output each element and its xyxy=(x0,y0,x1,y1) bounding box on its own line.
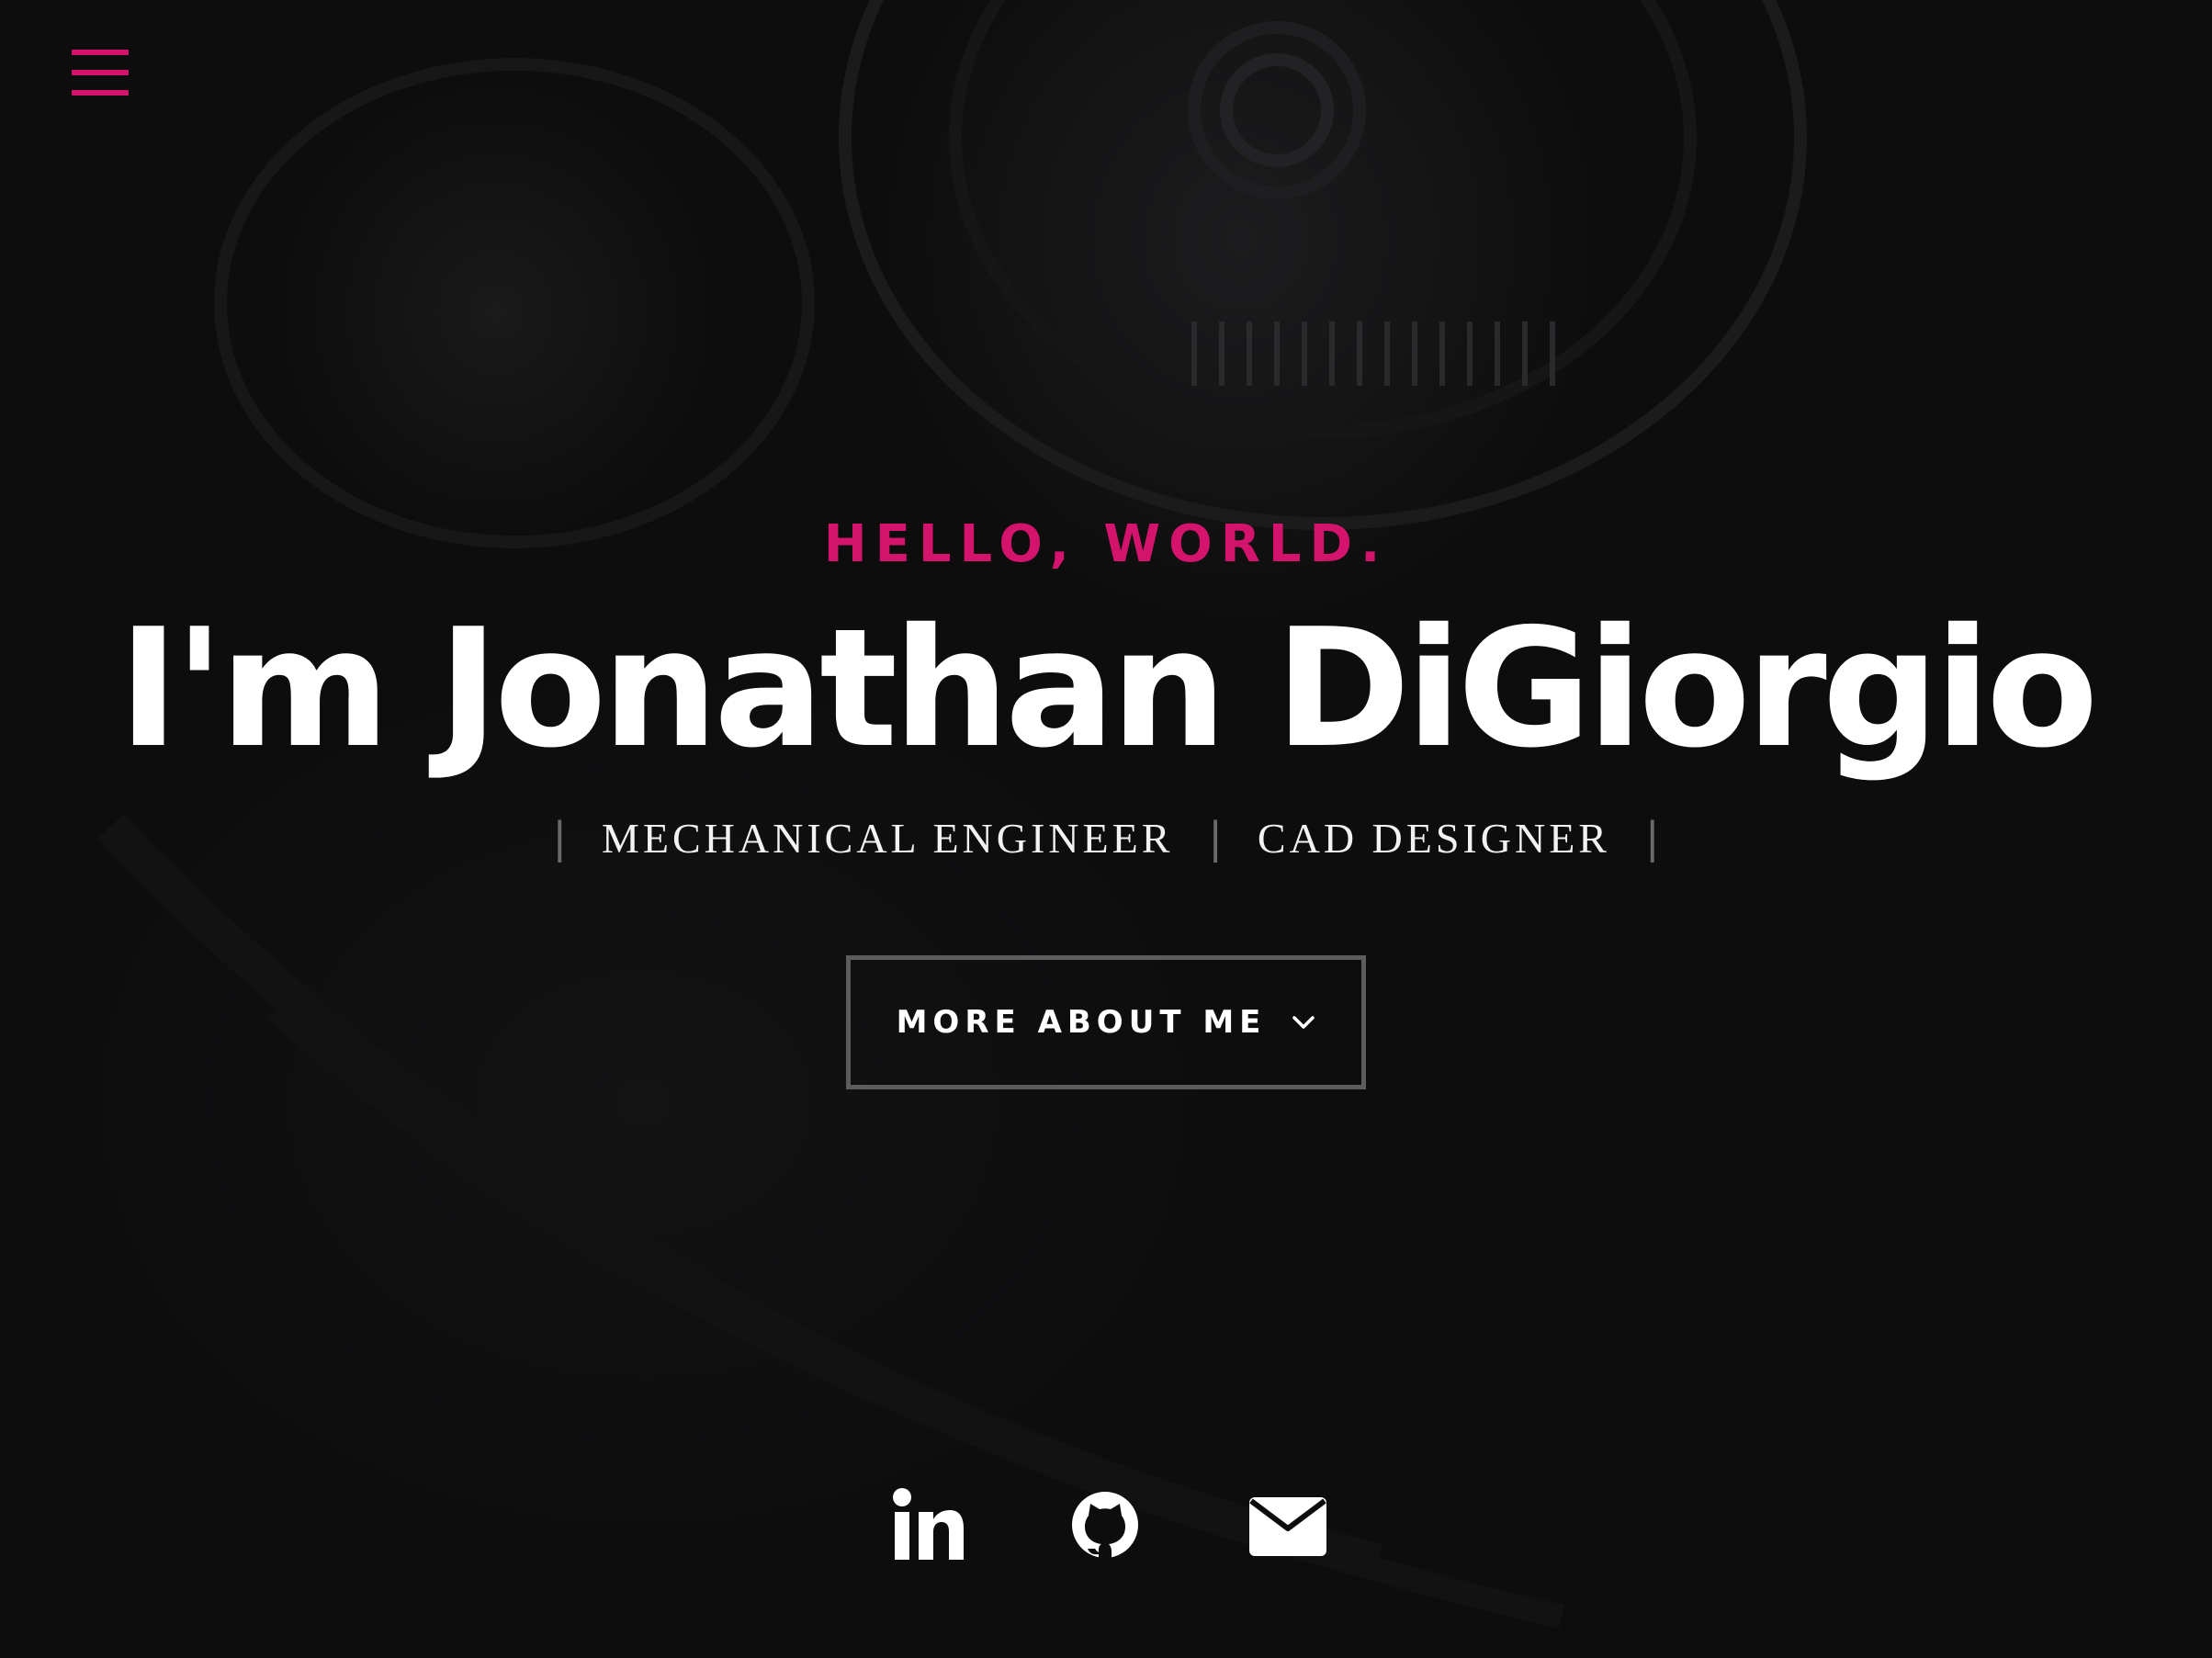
role-separator: | xyxy=(1644,813,1660,863)
linkedin-icon xyxy=(893,1488,964,1560)
hamburger-menu-icon[interactable] xyxy=(72,50,129,99)
email-link[interactable] xyxy=(1249,1488,1326,1562)
envelope-icon xyxy=(1249,1497,1326,1556)
hero-section: HELLO, WORLD. I'm Jonathan DiGiorgio | ME… xyxy=(0,0,2212,1658)
greeting-text: HELLO, WORLD. xyxy=(823,514,1389,574)
more-about-me-label: MORE ABOUT ME xyxy=(896,1004,1267,1041)
role-separator: | xyxy=(552,813,568,863)
social-links xyxy=(0,1488,2212,1562)
role-cad-designer: CAD DESIGNER xyxy=(1257,815,1610,862)
github-link[interactable] xyxy=(1071,1488,1139,1562)
roles-line: | MECHANICAL ENGINEER | CAD DESIGNER | xyxy=(0,813,2212,863)
role-mechanical-engineer: MECHANICAL ENGINEER xyxy=(602,815,1174,862)
menu-bar-bottom xyxy=(72,90,129,96)
menu-bar-top xyxy=(72,50,129,55)
github-icon xyxy=(1072,1492,1138,1561)
role-separator: | xyxy=(1208,813,1223,863)
chevron-down-icon xyxy=(1292,1016,1315,1029)
more-about-me-button[interactable]: MORE ABOUT ME xyxy=(846,955,1366,1089)
hero-name-heading: I'm Jonathan DiGiorgio xyxy=(118,593,2099,784)
menu-bar-middle xyxy=(72,70,129,75)
linkedin-link[interactable] xyxy=(893,1488,965,1562)
